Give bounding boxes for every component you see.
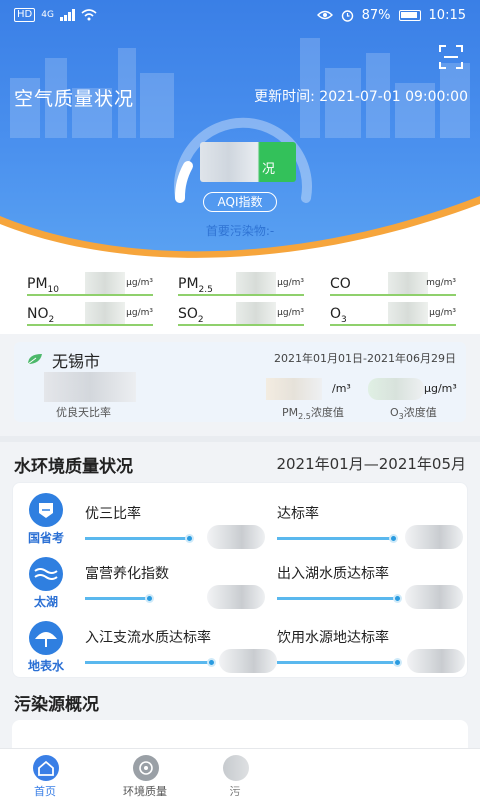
water-section-title: 水环境质量状况	[14, 457, 133, 477]
metric-eutrophication-index: 富营养化指数	[85, 563, 265, 611]
pollutant-so2: SO2 μg/m³	[178, 298, 304, 326]
no2-value-redacted	[85, 302, 125, 324]
water-row-national-provincial[interactable]: 国省考 优三比率 达标率	[13, 487, 469, 549]
metric-compliance-rate: 达标率	[277, 503, 463, 551]
metric-tributary-compliance: 入江支流水质达标率	[85, 627, 277, 675]
o3-concentration-label: O3浓度值	[390, 406, 437, 422]
pm25-unit: /m³	[332, 382, 351, 395]
o3-concentration-redacted	[368, 378, 424, 400]
battery-icon	[398, 9, 421, 21]
pm25-concentration-redacted	[266, 378, 322, 400]
excellent-rate-redacted	[207, 525, 265, 549]
section-divider	[0, 436, 480, 442]
o3-value-redacted	[388, 302, 428, 324]
pollutant-co: CO mg/m³	[330, 268, 456, 296]
aqi-level-suffix: 况	[262, 162, 276, 177]
compliance-rate-redacted	[405, 525, 463, 549]
good-days-rate-label: 优良天比率	[56, 406, 111, 419]
co-value-redacted	[388, 272, 428, 294]
pm25-concentration-label: PM2.5浓度值	[282, 406, 344, 422]
pollutant-pm25: PM2.5 μg/m³	[178, 268, 304, 296]
lake-inout-compliance-redacted	[405, 585, 463, 609]
sim-label: HD	[14, 8, 36, 22]
drinking-source-compliance-redacted	[407, 649, 465, 673]
eutrophication-index-redacted	[207, 585, 265, 609]
city-date-range: 2021年01月01日-2021年06月29日	[274, 352, 456, 365]
aqi-value-redacted	[200, 142, 296, 182]
water-row-surface[interactable]: 地表水 入江支流水质达标率 饮用水源地达标率	[13, 615, 469, 675]
so2-value-redacted	[236, 302, 276, 324]
app-screen: HD 4G 87% 10:15 空气质量状况 更新时间: 2021-07-01 …	[0, 0, 480, 800]
metric-lake-inout-compliance: 出入湖水质达标率	[277, 563, 463, 611]
taihu-badge: 太湖	[21, 557, 69, 609]
alarm-icon	[341, 9, 353, 22]
primary-pollutant: 首要污染物:-	[205, 224, 275, 238]
pollutant-o3: O3 μg/m³	[330, 298, 456, 326]
metric-drinking-source-compliance: 饮用水源地达标率	[277, 627, 465, 675]
update-time: 更新时间: 2021-07-01 09:00:00	[254, 89, 468, 105]
o3-unit: μg/m³	[424, 382, 457, 395]
pm25-value-redacted	[236, 272, 276, 294]
pollutant-no2: NO2 μg/m³	[27, 298, 153, 326]
wave-icon	[29, 557, 63, 591]
tab-home[interactable]: 首页	[0, 749, 90, 800]
pollution-source-title: 污染源概况	[14, 695, 99, 715]
clock: 10:15	[428, 7, 466, 23]
leaf-icon	[27, 354, 42, 365]
pm10-value-redacted	[85, 272, 125, 294]
metric-excellent-rate: 优三比率	[85, 503, 265, 551]
home-icon	[33, 755, 59, 781]
pollutant-grid: PM10 μg/m³ PM2.5 μg/m³ CO mg/m³ NO2 μg/m…	[0, 262, 480, 334]
city-name: 无锡市	[52, 352, 101, 371]
redaction-fade	[220, 750, 340, 800]
surface-water-badge: 地表水	[21, 621, 69, 673]
eye-icon	[316, 10, 333, 20]
environment-icon	[133, 755, 159, 781]
city-summary-card[interactable]: 无锡市 2021年01月01日-2021年06月29日 优良天比率 /m³ PM…	[14, 342, 466, 422]
water-quality-card: 国省考 优三比率 达标率 太湖 富营养化指数 出入湖水质达标率 地表水 入江支流…	[12, 482, 468, 678]
shield-icon	[29, 493, 63, 527]
tab-environment-quality[interactable]: 环境质量	[100, 749, 190, 800]
network-label: 4G	[41, 10, 54, 20]
national-provincial-badge: 国省考	[21, 493, 69, 545]
signal-icon	[59, 9, 75, 21]
umbrella-icon	[29, 621, 63, 655]
water-date-range: 2021年01月—2021年05月	[276, 455, 466, 473]
good-days-rate-redacted	[44, 372, 136, 402]
battery-percent: 87%	[361, 7, 391, 23]
water-row-taihu[interactable]: 太湖 富营养化指数 出入湖水质达标率	[13, 551, 469, 611]
pollutant-pm10: PM10 μg/m³	[27, 268, 153, 296]
air-quality-header: HD 4G 87% 10:15 空气质量状况 更新时间: 2021-07-01 …	[0, 0, 480, 262]
scan-icon[interactable]	[438, 44, 464, 70]
air-quality-title: 空气质量状况	[14, 88, 135, 110]
wifi-icon	[81, 9, 97, 21]
status-bar: HD 4G 87% 10:15	[0, 0, 480, 30]
tributary-compliance-redacted	[219, 649, 277, 673]
